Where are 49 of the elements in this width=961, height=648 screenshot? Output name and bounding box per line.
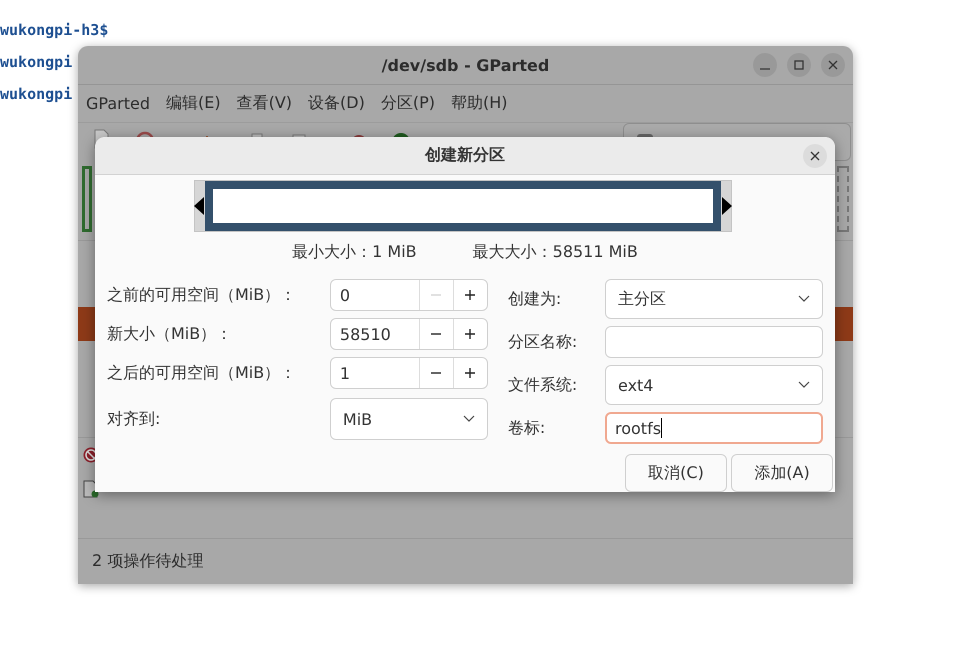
field-label: 之后的可用空间（MiB）： bbox=[107, 362, 296, 384]
terminal-prompt: wukongpi-h3$ bbox=[0, 20, 108, 41]
plus-icon[interactable] bbox=[464, 367, 476, 379]
maximize-button[interactable] bbox=[787, 53, 811, 77]
status-text: 2 项操作待处理 bbox=[92, 551, 204, 572]
menu-item[interactable]: 编辑(E) bbox=[166, 93, 221, 114]
window-title: /dev/sdb - GParted bbox=[382, 56, 550, 74]
spin-field[interactable]: 0 bbox=[330, 279, 488, 311]
dialog-button[interactable]: 取消(C) bbox=[625, 454, 727, 492]
field-label: 对齐到: bbox=[107, 408, 160, 430]
chevron-down-icon bbox=[798, 381, 810, 389]
terminal-prompt: wukongpi bbox=[0, 52, 72, 73]
field-label: 之前的可用空间（MiB）： bbox=[107, 284, 296, 306]
max-size-text: 最大大小：58511 MiB bbox=[472, 242, 638, 262]
partition-block[interactable] bbox=[82, 166, 92, 232]
plus-icon[interactable] bbox=[464, 328, 476, 340]
close-button[interactable] bbox=[803, 144, 827, 168]
menu-item[interactable]: 帮助(H) bbox=[450, 93, 508, 114]
dropdown[interactable]: ext4 bbox=[605, 365, 823, 405]
dialog-button[interactable]: 添加(A) bbox=[731, 454, 833, 492]
spin-field[interactable]: 1 bbox=[330, 357, 488, 389]
plus-icon[interactable] bbox=[464, 289, 476, 301]
new-file-icon bbox=[82, 480, 100, 498]
field-label: 卷标: bbox=[508, 418, 546, 438]
field-label: 新大小（MiB）： bbox=[107, 324, 232, 344]
menu-item[interactable]: 查看(V) bbox=[236, 93, 292, 114]
field-label: 分区名称: bbox=[508, 332, 578, 352]
minimize-icon bbox=[760, 68, 770, 70]
field-label: 文件系统: bbox=[508, 374, 578, 396]
menu-item[interactable]: GParted bbox=[86, 94, 150, 113]
spin-field[interactable]: 58510 bbox=[330, 318, 488, 350]
chevron-down-icon bbox=[462, 415, 475, 423]
menu-item[interactable]: 分区(P) bbox=[380, 93, 435, 114]
close-icon bbox=[810, 151, 820, 161]
dialog-title: 创建新分区 bbox=[425, 145, 505, 166]
terminal-prompt: wukongpi bbox=[0, 84, 72, 105]
maximize-icon bbox=[793, 59, 805, 71]
text-field[interactable]: rootfs bbox=[605, 412, 823, 444]
dropdown[interactable]: 主分区 bbox=[605, 279, 823, 319]
close-icon bbox=[827, 59, 839, 71]
menu-item[interactable]: 设备(D) bbox=[308, 93, 365, 114]
text-field[interactable] bbox=[605, 326, 823, 358]
partition-resizer[interactable] bbox=[194, 180, 732, 232]
dropdown[interactable]: MiB bbox=[330, 398, 488, 440]
min-size-text: 最小大小：1 MiB bbox=[292, 242, 417, 262]
chevron-down-icon bbox=[798, 295, 810, 303]
text-cursor bbox=[661, 418, 662, 438]
close-button[interactable] bbox=[821, 53, 845, 77]
field-label: 创建为: bbox=[508, 288, 562, 310]
